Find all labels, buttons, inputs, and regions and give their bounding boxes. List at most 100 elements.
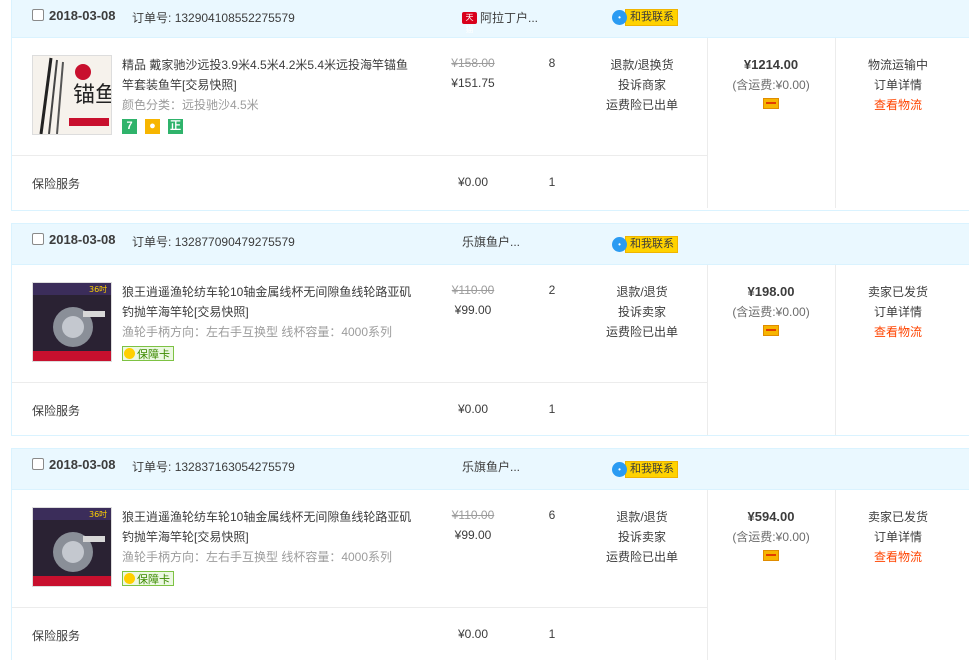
order-header: 2018-03-08 订单号: 132904108552275579 天猫 阿拉… <box>12 0 969 38</box>
shipping-value: ¥0.00 <box>775 78 806 92</box>
contact-label: 和我联系 <box>625 461 678 478</box>
shop-link[interactable]: 乐旗鱼户... <box>462 233 520 250</box>
status-text: 卖家已发货 <box>867 510 928 524</box>
snapshot-link[interactable]: [交易快照] <box>194 305 249 319</box>
product-thumbnail[interactable]: 36吋 <box>32 507 112 587</box>
shipping-suffix: ) <box>805 78 810 92</box>
chat-icon: • <box>612 462 627 477</box>
price-current: ¥99.00 <box>454 528 492 542</box>
snapshot-link[interactable]: [交易快照] <box>194 530 249 544</box>
shipping-fee: (含运费:¥0.00) <box>708 527 834 547</box>
fishing-rod-image: 锚鱼竿 <box>33 56 111 134</box>
order-card: 2018-03-08 订单号: 132904108552275579 天猫 阿拉… <box>11 0 969 211</box>
sku-info: 颜色分类：远投驰沙4.5米 <box>122 98 259 112</box>
shipping-fee: (含运费:¥0.00) <box>708 302 834 322</box>
service-price: ¥0.00 <box>457 627 489 641</box>
service-badges: 保障卡 <box>122 346 174 361</box>
order-operations: 退款/退货 投诉卖家 运费险已出单 <box>592 282 692 342</box>
product-title[interactable]: 狼王逍遥渔轮纺车轮10轴金属线杯无间隙鱼线轮路亚矶钓抛竿海竿轮[交易快照] <box>122 282 417 322</box>
sku-info: 渔轮手柄方向：左右手互换型 线杯容量：4000系列 <box>122 325 393 339</box>
guarantee-card-badge[interactable]: 保障卡 <box>122 571 174 586</box>
service-quantity: 1 <box>548 627 556 641</box>
contact-label: 和我联系 <box>625 9 678 26</box>
order-checkbox[interactable] <box>32 458 44 470</box>
snapshot-link[interactable]: [交易快照] <box>182 78 237 92</box>
order-status: 物流运输中 订单详情 查看物流 <box>835 55 961 115</box>
product-title[interactable]: 狼王逍遥渔轮纺车轮10轴金属线杯无间隙鱼线轮路亚矶钓抛竿海竿轮[交易快照] <box>122 507 417 547</box>
shop-link[interactable]: 天猫 阿拉丁户... <box>462 9 538 34</box>
insurance-service-label: 保险服务 <box>32 404 81 418</box>
shipping-suffix: ) <box>805 305 810 319</box>
status-text: 卖家已发货 <box>867 285 928 299</box>
order-total: ¥1214.00 (含运费:¥0.00) <box>708 55 834 115</box>
order-total: ¥198.00 (含运费:¥0.00) <box>708 282 834 342</box>
service-badges: 保障卡 <box>122 571 174 586</box>
order-operations: 退款/退货 投诉卖家 运费险已出单 <box>592 507 692 567</box>
price-original: ¥110.00 <box>451 283 495 297</box>
order-number[interactable]: 订单号: 132837163054275579 <box>132 458 295 475</box>
order-date: 2018-03-08 <box>49 8 116 23</box>
tmall-icon: 天猫 <box>462 11 477 34</box>
contact-seller-button[interactable]: • 和我联系 <box>612 461 678 478</box>
order-checkbox[interactable] <box>32 233 44 245</box>
guarantee-card-badge[interactable]: 保障卡 <box>122 346 174 361</box>
contact-seller-button[interactable]: • 和我联系 <box>612 9 678 26</box>
product-title-link[interactable]: 狼王逍遥渔轮纺车轮10轴金属线杯无间隙鱼线轮路亚矶钓抛竿海竿轮 <box>122 285 411 319</box>
quantity: 8 <box>548 56 556 70</box>
order-status: 卖家已发货 订单详情 查看物流 <box>835 507 961 567</box>
order-card: 2018-03-08 订单号: 132877090479275579 乐旗鱼户.… <box>11 223 969 436</box>
complaint-link[interactable]: 投诉商家 <box>592 75 692 95</box>
status-text: 物流运输中 <box>867 58 928 72</box>
total-amount: ¥594.00 <box>747 509 795 524</box>
credit-card-icon[interactable] <box>763 98 779 109</box>
product-thumbnail[interactable]: 锚鱼竿 <box>32 55 112 135</box>
order-detail-link[interactable]: 订单详情 <box>835 75 961 95</box>
credit-card-icon[interactable] <box>763 325 779 336</box>
view-logistics-link[interactable]: 查看物流 <box>835 322 961 342</box>
divider <box>12 382 707 383</box>
guarantee-icon[interactable]: ● <box>145 119 160 134</box>
product-title-link[interactable]: 狼王逍遥渔轮纺车轮10轴金属线杯无间隙鱼线轮路亚矶钓抛竿海竿轮 <box>122 510 411 544</box>
service-quantity: 1 <box>548 175 556 189</box>
contact-seller-button[interactable]: • 和我联系 <box>612 236 678 253</box>
divider <box>12 607 707 608</box>
product-thumbnail[interactable]: 36吋 <box>32 282 112 362</box>
fishing-reel-image: 36吋 <box>33 508 111 586</box>
freight-insurance-link[interactable]: 运费险已出单 <box>592 322 692 342</box>
product-title-link[interactable]: 精品 戴家驰沙远投3.9米4.5米4.2米5.4米远投海竿锚鱼竿套装鱼竿 <box>122 58 408 92</box>
freight-insurance-link[interactable]: 运费险已出单 <box>592 95 692 115</box>
guarantee-card-label: 保障卡 <box>137 573 170 586</box>
complaint-link[interactable]: 投诉卖家 <box>592 302 692 322</box>
complaint-link[interactable]: 投诉卖家 <box>592 527 692 547</box>
price-original: ¥158.00 <box>451 56 495 70</box>
shop-link[interactable]: 乐旗鱼户... <box>462 458 520 475</box>
order-number[interactable]: 订单号: 132877090479275579 <box>132 233 295 250</box>
refund-link[interactable]: 退款/退货 <box>592 507 692 527</box>
guarantee-card-label: 保障卡 <box>137 348 170 361</box>
product-title[interactable]: 精品 戴家驰沙远投3.9米4.5米4.2米5.4米远投海竿锚鱼竿套装鱼竿[交易快… <box>122 55 417 95</box>
order-header: 2018-03-08 订单号: 132837163054275579 乐旗鱼户.… <box>12 449 969 490</box>
service-price: ¥0.00 <box>457 402 489 416</box>
credit-card-icon[interactable] <box>763 550 779 561</box>
refund-link[interactable]: 退款/退换货 <box>592 55 692 75</box>
order-number-label: 订单号: <box>132 11 172 25</box>
order-detail-link[interactable]: 订单详情 <box>835 527 961 547</box>
genuine-icon[interactable]: 正 <box>168 119 183 134</box>
order-number[interactable]: 订单号: 132904108552275579 <box>132 9 295 26</box>
order-checkbox[interactable] <box>32 9 44 21</box>
order-number-value: 132904108552275579 <box>174 11 295 25</box>
order-number-label: 订单号: <box>132 460 172 474</box>
shipping-prefix: (含运费: <box>732 78 776 92</box>
refund-link[interactable]: 退款/退货 <box>592 282 692 302</box>
shop-name: 乐旗鱼户... <box>462 235 521 249</box>
shipping-fee: (含运费:¥0.00) <box>708 75 834 95</box>
shipping-value: ¥0.00 <box>775 305 806 319</box>
freight-insurance-link[interactable]: 运费险已出单 <box>592 547 692 567</box>
reel-thumb-tag: 36吋 <box>89 509 107 519</box>
view-logistics-link[interactable]: 查看物流 <box>835 547 961 567</box>
total-amount: ¥198.00 <box>747 284 795 299</box>
view-logistics-link[interactable]: 查看物流 <box>835 95 961 115</box>
order-detail-link[interactable]: 订单详情 <box>835 302 961 322</box>
order-body: 36吋 狼王逍遥渔轮纺车轮10轴金属线杯无间隙鱼线轮路亚矶钓抛竿海竿轮[交易快照… <box>12 490 969 660</box>
seven-day-return-icon[interactable]: 7 <box>122 119 137 134</box>
